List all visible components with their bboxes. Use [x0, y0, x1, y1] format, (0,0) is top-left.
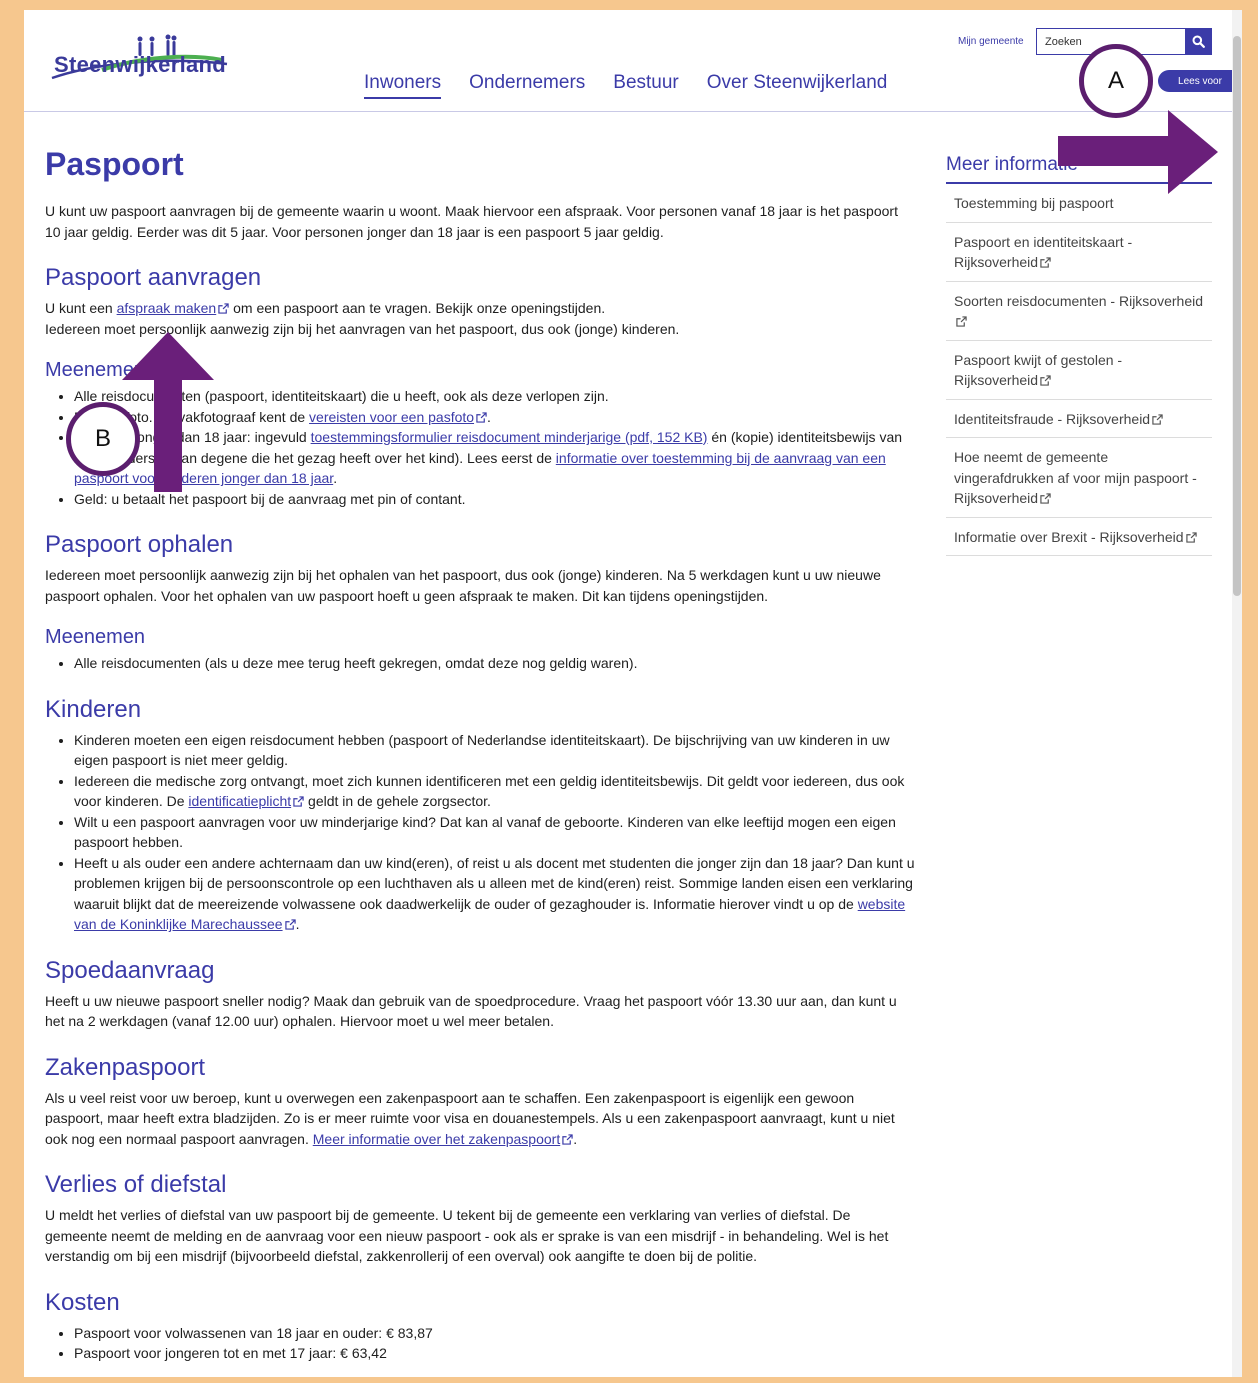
list-item: Kinderen moeten een eigen reisdocument h… [74, 730, 915, 771]
sidebar-title: Meer informatie [946, 154, 1212, 184]
spoed-text: Heeft u uw nieuwe paspoort sneller nodig… [45, 992, 897, 1030]
zaken-text: Als u veel reist voor uw beroep, kunt u … [45, 1089, 895, 1147]
ophalen-text: Iedereen moet persoonlijk aanwezig zijn … [45, 567, 881, 604]
list-item: Iedereen die medische zorg ontvangt, moe… [74, 771, 915, 812]
lees-voor-button[interactable]: Lees voor [1158, 70, 1242, 92]
afspraak-maken-link[interactable]: afspraak maken [117, 300, 217, 316]
external-link-icon [1040, 493, 1051, 504]
heading-kinderen: Kinderen [45, 695, 142, 723]
mijn-gemeente-link[interactable]: Mijn gemeente [958, 36, 1024, 47]
kinderen-list: Kinderen moeten een eigen reisdocument h… [45, 730, 915, 935]
verlies-text: U meldt het verlies of diefstal van uw p… [45, 1207, 889, 1264]
sidebar-item-paspoort-identiteitskaart[interactable]: Paspoort en identiteitskaart - Rijksover… [946, 223, 1212, 282]
heading-meenemen-ophalen: Meenemen [45, 626, 146, 648]
meenemen-list: Alle reisdocumenten (paspoort, identitei… [45, 386, 915, 509]
external-link-icon [218, 303, 229, 314]
sidebar-item-vingerafdrukken[interactable]: Hoe neemt de gemeente vingerafdrukken af… [946, 438, 1212, 518]
list-item: Alle reisdocumenten (als u deze mee teru… [74, 653, 915, 674]
pasfoto-link[interactable]: vereisten voor een pasfoto [309, 409, 474, 425]
sidebar-item-soorten-reisdocumenten[interactable]: Soorten reisdocumenten - Rijksoverheid [946, 282, 1212, 341]
heading-verlies-of-diefstal: Verlies of diefstal [45, 1171, 227, 1198]
identificatieplicht-link[interactable]: identificatieplicht [188, 793, 291, 809]
external-link-icon [293, 796, 304, 807]
zakenpaspoort-link[interactable]: Meer informatie over het zakenpaspoort [313, 1131, 560, 1147]
heading-meenemen: Meenemen [45, 359, 146, 381]
nav-over-steenwijkerland[interactable]: Over Steenwijkerland [707, 72, 888, 99]
list-item: Geld: u betaalt het paspoort bij de aanv… [74, 489, 915, 510]
sidebar-item-brexit[interactable]: Informatie over Brexit - Rijksoverheid [946, 518, 1212, 556]
main-content: Paspoort U kunt uw paspoort aanvragen bi… [45, 146, 915, 1364]
external-link-icon [1040, 375, 1051, 386]
scrollbar-thumb[interactable] [1233, 36, 1241, 596]
heading-zakenpaspoort: Zakenpaspoort [45, 1053, 206, 1081]
heading-kosten: Kosten [45, 1288, 120, 1316]
list-item: Kinderen jonger dan 18 jaar: ingevuld to… [74, 427, 915, 489]
page-title: Paspoort [45, 146, 184, 182]
nav-ondernemers[interactable]: Ondernemers [469, 72, 585, 99]
main-nav: Inwoners Ondernemers Bestuur Over Steenw… [364, 72, 887, 99]
annotation-circle-a: A [1079, 44, 1153, 118]
sidebar-item-identiteitsfraude[interactable]: Identiteitsfraude - Rijksoverheid [946, 400, 1212, 438]
heading-paspoort-aanvragen: Paspoort aanvragen [45, 264, 262, 291]
intro-text: U kunt uw paspoort aanvragen bij de geme… [45, 203, 898, 240]
list-item: Een pasfoto. De vakfotograaf kent de ver… [74, 407, 915, 428]
browser-page: Steenwijkerland Inwoners Ondernemers Bes… [24, 10, 1242, 1377]
sidebar-meer-informatie: Meer informatie Toestemming bij paspoort… [946, 154, 1212, 556]
search-button[interactable] [1185, 29, 1211, 54]
external-link-icon [956, 316, 967, 327]
search-icon [1192, 35, 1205, 48]
nav-inwoners[interactable]: Inwoners [364, 72, 442, 99]
external-link-icon [476, 411, 487, 423]
list-item: Paspoort voor volwassenen van 18 jaar en… [74, 1323, 915, 1344]
external-link-icon [1185, 531, 1197, 543]
list-item: Alle reisdocumenten (paspoort, identitei… [74, 386, 915, 407]
kosten-list: Paspoort voor volwassenen van 18 jaar en… [45, 1323, 915, 1364]
aanvragen-text: U kunt een afspraak maken om een paspoor… [45, 300, 606, 316]
heading-paspoort-ophalen: Paspoort ophalen [45, 531, 234, 558]
external-link-icon [562, 1133, 573, 1145]
external-link-icon [1040, 257, 1051, 268]
sidebar-item-paspoort-kwijt[interactable]: Paspoort kwijt of gestolen - Rijksoverhe… [946, 341, 1212, 400]
heading-spoedaanvraag: Spoedaanvraag [45, 956, 215, 984]
external-link-icon [284, 919, 296, 930]
nav-bestuur[interactable]: Bestuur [613, 72, 678, 99]
toestemmingsformulier-link[interactable]: toestemmingsformulier reisdocument minde… [311, 429, 708, 445]
site-header: Steenwijkerland Inwoners Ondernemers Bes… [24, 10, 1242, 112]
list-item: Heeft u als ouder een andere achternaam … [74, 853, 915, 935]
external-link-icon [1152, 413, 1163, 425]
sidebar-item-toestemming[interactable]: Toestemming bij paspoort [946, 184, 1212, 223]
list-item: Paspoort voor jongeren tot en met 17 jaa… [74, 1343, 915, 1364]
list-item: Wilt u een paspoort aanvragen voor uw mi… [74, 812, 915, 853]
logo-text: Steenwijkerland [54, 52, 227, 77]
annotation-circle-b: B [66, 402, 140, 476]
aanwezig-text: Iedereen moet persoonlijk aanwezig zijn … [45, 320, 680, 337]
ophalen-meenemen-list: Alle reisdocumenten (als u deze mee teru… [45, 653, 915, 674]
